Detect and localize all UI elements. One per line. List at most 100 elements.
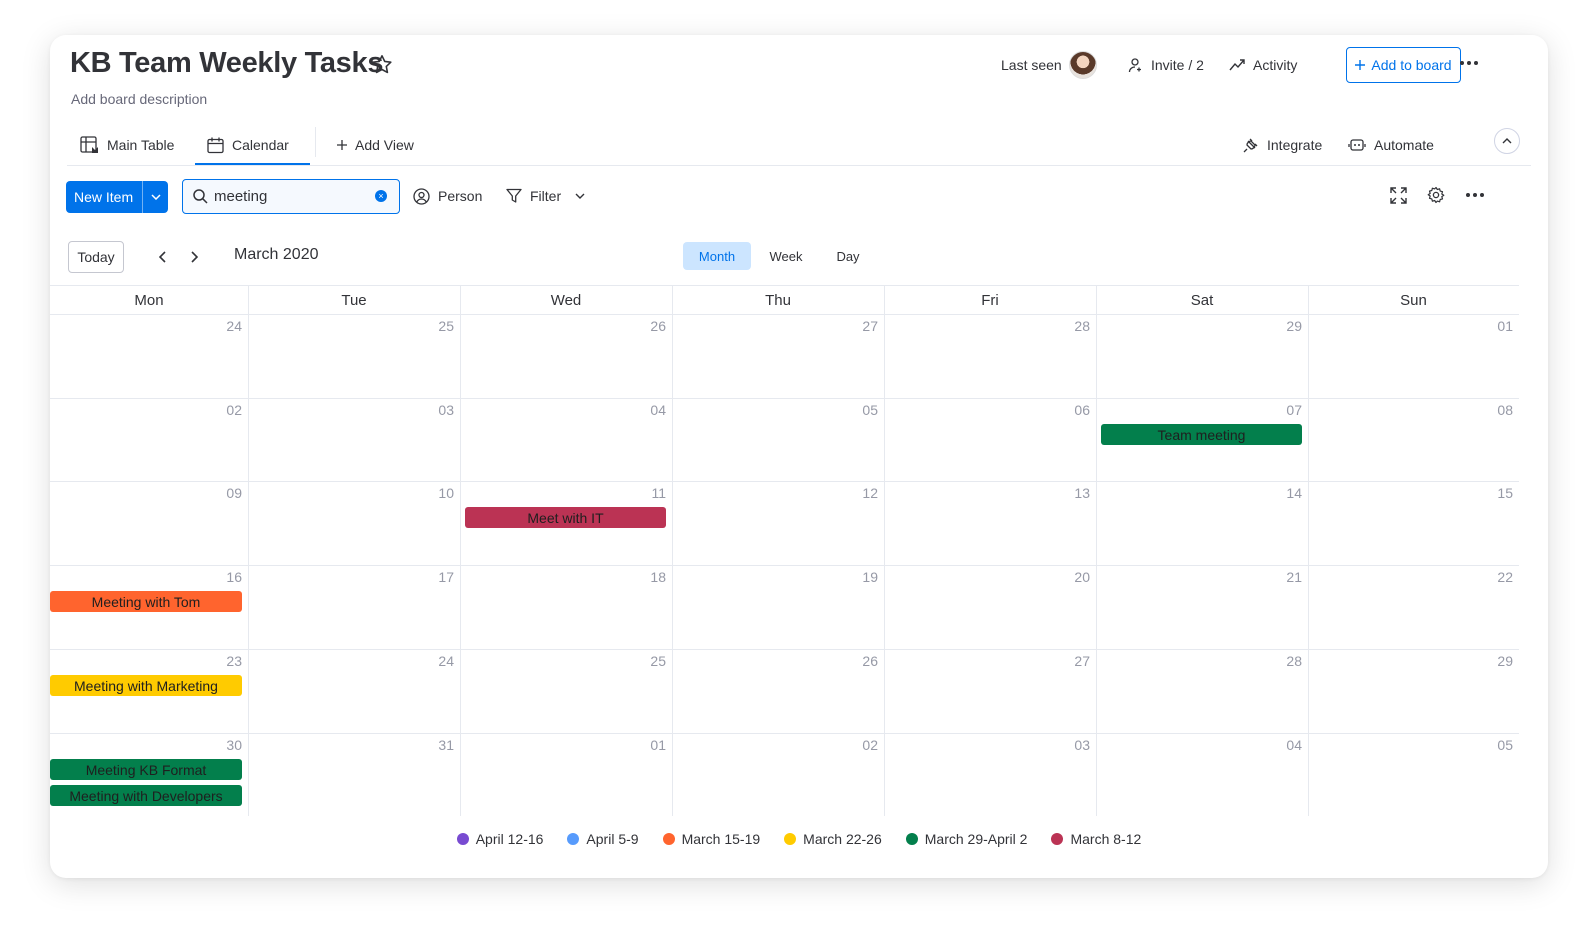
integrate-label: Integrate: [1267, 137, 1323, 153]
day-number: 08: [1497, 402, 1513, 418]
weekday-header: Fri: [981, 291, 999, 309]
person-plus-icon: [1128, 57, 1144, 73]
weekday-header: Sat: [1190, 291, 1214, 309]
day-number: 28: [1286, 653, 1302, 669]
last-seen[interactable]: Last seen: [1001, 50, 1097, 80]
calendar-event[interactable]: Meeting with Marketing: [50, 675, 242, 696]
today-button[interactable]: Today: [68, 241, 124, 273]
board-description[interactable]: Add board description: [71, 91, 207, 107]
board-card: KB Team Weekly Tasks Add board descripti…: [50, 35, 1548, 878]
clear-icon[interactable]: ×: [375, 190, 387, 202]
search-input[interactable]: [214, 188, 364, 205]
expand-icon[interactable]: [1390, 187, 1407, 204]
day-number: 01: [650, 737, 666, 753]
trend-icon: [1229, 58, 1246, 72]
filter-button[interactable]: Filter: [506, 185, 585, 207]
more-dots-icon[interactable]: [1460, 61, 1478, 65]
day-number: 24: [226, 318, 242, 334]
automate-button[interactable]: Automate: [1348, 127, 1434, 163]
legend-label: March 15-19: [681, 831, 761, 847]
activity-label: Activity: [1253, 57, 1298, 73]
more-dots-icon[interactable]: [1466, 193, 1484, 197]
day-number: 02: [862, 737, 878, 753]
legend-label: April 12-16: [475, 831, 544, 847]
chevron-right-icon: [190, 251, 198, 263]
day-number: 19: [862, 569, 878, 585]
chevron-left-icon: [158, 251, 166, 263]
legend-item[interactable]: April 5-9: [567, 831, 639, 847]
filter-label: Filter: [530, 188, 562, 204]
add-view-button[interactable]: Add View: [337, 127, 414, 163]
tabs-divider: [67, 165, 1531, 166]
legend-item[interactable]: April 12-16: [456, 831, 544, 847]
day-number: 30: [226, 737, 242, 753]
calendar-event[interactable]: Meeting with Developers: [50, 785, 242, 806]
calendar-event[interactable]: Meeting with Tom: [50, 591, 242, 612]
new-item-button[interactable]: New Item: [66, 181, 168, 213]
chevron-up-icon: [1502, 138, 1512, 144]
day-number: 03: [438, 402, 454, 418]
day-number: 21: [1286, 569, 1302, 585]
view-month-button[interactable]: Month: [683, 242, 751, 270]
day-number: 04: [650, 402, 666, 418]
collapse-header-button[interactable]: [1494, 128, 1520, 154]
color-legend: April 12-16 April 5-9 March 15-19 March 22-…: [50, 831, 1548, 847]
day-number: 14: [1286, 485, 1302, 501]
day-number: 03: [1074, 737, 1090, 753]
tab-main-table[interactable]: Main Table: [80, 127, 174, 163]
add-to-board-button[interactable]: Add to board: [1346, 47, 1461, 83]
legend-item[interactable]: March 8-12: [1051, 831, 1141, 847]
day-number: 05: [1497, 737, 1513, 753]
day-number: 12: [862, 485, 878, 501]
invite-button[interactable]: Invite / 2: [1128, 54, 1204, 76]
month-title: March 2020: [234, 246, 319, 263]
search-icon: [193, 189, 208, 204]
new-item-label: New Item: [74, 189, 134, 205]
board-title[interactable]: KB Team Weekly Tasks: [70, 47, 383, 80]
day-number: 28: [1074, 318, 1090, 334]
automate-label: Automate: [1374, 137, 1434, 153]
legend-item[interactable]: March 22-26: [784, 831, 882, 847]
search-box: ×: [182, 179, 400, 214]
legend-color-dot: [905, 833, 918, 845]
day-number: 17: [438, 569, 454, 585]
funnel-icon: [506, 188, 522, 204]
day-number: 22: [1497, 569, 1513, 585]
day-number: 11: [651, 485, 666, 501]
legend-item[interactable]: March 15-19: [662, 831, 761, 847]
calendar-icon: [207, 137, 224, 154]
calendar-event[interactable]: Meeting KB Format: [50, 759, 242, 780]
person-label: Person: [438, 188, 483, 204]
view-day-button[interactable]: Day: [823, 242, 873, 270]
day-number: 25: [438, 318, 454, 334]
add-view-label: Add View: [355, 137, 414, 153]
plug-icon: [1242, 137, 1259, 154]
day-number: 31: [438, 737, 454, 753]
day-number: 04: [1286, 737, 1302, 753]
weekday-header: Wed: [550, 291, 582, 309]
star-icon[interactable]: [370, 53, 394, 77]
avatar: [1068, 51, 1097, 79]
next-month-button[interactable]: [184, 247, 204, 267]
chevron-down-icon[interactable]: [575, 193, 585, 199]
day-number: 05: [862, 402, 878, 418]
prev-month-button[interactable]: [152, 247, 172, 267]
legend-color-dot: [1051, 833, 1064, 845]
day-number: 13: [1074, 485, 1090, 501]
person-filter-button[interactable]: Person: [413, 185, 482, 207]
view-week-button[interactable]: Week: [757, 242, 815, 270]
tab-main-table-label: Main Table: [107, 137, 175, 153]
calendar-event[interactable]: Meet with IT: [465, 507, 666, 528]
legend-label: March 8-12: [1070, 831, 1142, 847]
activity-button[interactable]: Activity: [1229, 54, 1297, 76]
add-to-board-label: Add to board: [1371, 57, 1452, 73]
chevron-down-icon[interactable]: [142, 181, 168, 213]
day-number: 15: [1497, 485, 1513, 501]
tab-calendar[interactable]: Calendar: [207, 127, 289, 163]
calendar-event[interactable]: Team meeting: [1101, 424, 1302, 445]
legend-item[interactable]: March 29-April 2: [905, 831, 1027, 847]
day-number: 01: [1497, 318, 1513, 334]
day-number: 16: [226, 569, 242, 585]
integrate-button[interactable]: Integrate: [1242, 127, 1322, 163]
gear-icon[interactable]: [1427, 186, 1445, 204]
